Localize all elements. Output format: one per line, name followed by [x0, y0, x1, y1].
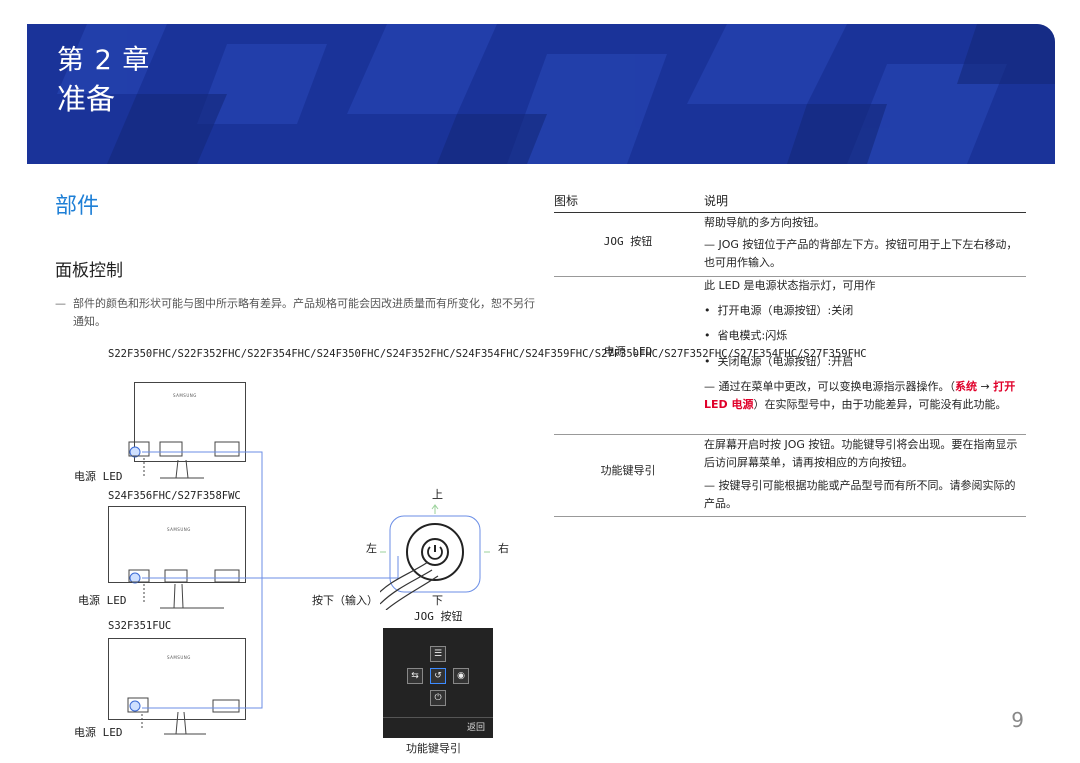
row-divider — [554, 434, 1026, 435]
row-function-guide-note: — 按键导引可能根据功能或产品型号而有所不同。请参阅实际的产品。 — [704, 477, 1020, 513]
bullet-text: 打开电源（电源按钮）:关闭 — [717, 304, 854, 317]
row-function-guide-icon: 功能键导引 — [600, 464, 656, 477]
page-number: 9 — [1011, 708, 1024, 732]
note-dash: — — [704, 479, 715, 492]
press-enter-label: 按下（输入） — [312, 594, 378, 607]
row-led-note-post: ）在实际型号中，由于功能差异，可能没有此功能。 — [753, 398, 1007, 411]
table-header-rule — [554, 212, 1026, 213]
table-bottom-rule — [554, 516, 1026, 517]
menu-icon: ☰ — [430, 646, 446, 662]
function-guide-panel: ☰ ⇆ ↺ ◉ ⏻ 返回 — [383, 628, 493, 738]
row-led-bullet-2: • 省电模式:闪烁 — [704, 329, 788, 342]
jog-button-caption: JOG 按钮 — [414, 610, 463, 623]
table-header-icon: 图标 — [554, 194, 579, 208]
table-header-description: 说明 — [704, 194, 729, 208]
row-led-desc: 此 LED 是电源状态指示灯，可用作 — [704, 279, 876, 292]
row-led-bullet-3: • 关闭电源（电源按钮）:开启 — [704, 355, 854, 368]
source-icon: ⇆ — [407, 668, 423, 684]
note-dash: — — [704, 380, 715, 393]
eye-saver-icon: ◉ — [453, 668, 469, 684]
function-guide-caption: 功能键导引 — [406, 742, 461, 755]
row-function-guide-desc: 在屏幕开启时按 JOG 按钮。功能键导引将会出现。要在指南显示后访问屏幕菜单，请… — [704, 438, 1018, 469]
note-dash: — — [704, 238, 715, 251]
menu-path-system: 系统 — [955, 380, 977, 393]
back-label: 返回 — [466, 723, 485, 733]
bullet-text: 省电模式:闪烁 — [717, 329, 788, 342]
direction-left-label: 左 — [366, 542, 377, 555]
return-icon: ↺ — [430, 668, 446, 684]
row-led-note-pre: 通过在菜单中更改，可以变换电源指示器操作。（ — [718, 380, 956, 393]
row-jog-note: — JOG 按钮位于产品的背部左下方。按钮可用于上下左右移动，也可用作输入。 — [704, 236, 1020, 272]
row-led-note: — 通过在菜单中更改，可以变换电源指示器操作。（系统 → 打开 LED 电源）在… — [704, 378, 1020, 414]
jog-button-illustration — [380, 504, 490, 610]
row-jog-icon: JOG 按钮 — [603, 235, 653, 248]
direction-right-label: 右 — [498, 542, 509, 555]
row-function-guide-note-text: 按键导引可能根据功能或产品型号而有所不同。请参阅实际的产品。 — [704, 479, 1016, 510]
row-jog-note-text: JOG 按钮位于产品的背部左下方。按钮可用于上下左右移动，也可用作输入。 — [704, 238, 1018, 269]
power-icon: ⏻ — [430, 690, 446, 706]
row-led-icon: 电源 LED — [603, 345, 653, 358]
row-jog-desc: 帮助导航的多方向按钮。 — [704, 216, 825, 229]
menu-path-arrow: → — [977, 380, 994, 393]
row-led-bullet-1: • 打开电源（电源按钮）:关闭 — [704, 304, 854, 317]
bullet-text: 关闭电源（电源按钮）:开启 — [717, 355, 854, 368]
panel-divider — [383, 717, 493, 718]
